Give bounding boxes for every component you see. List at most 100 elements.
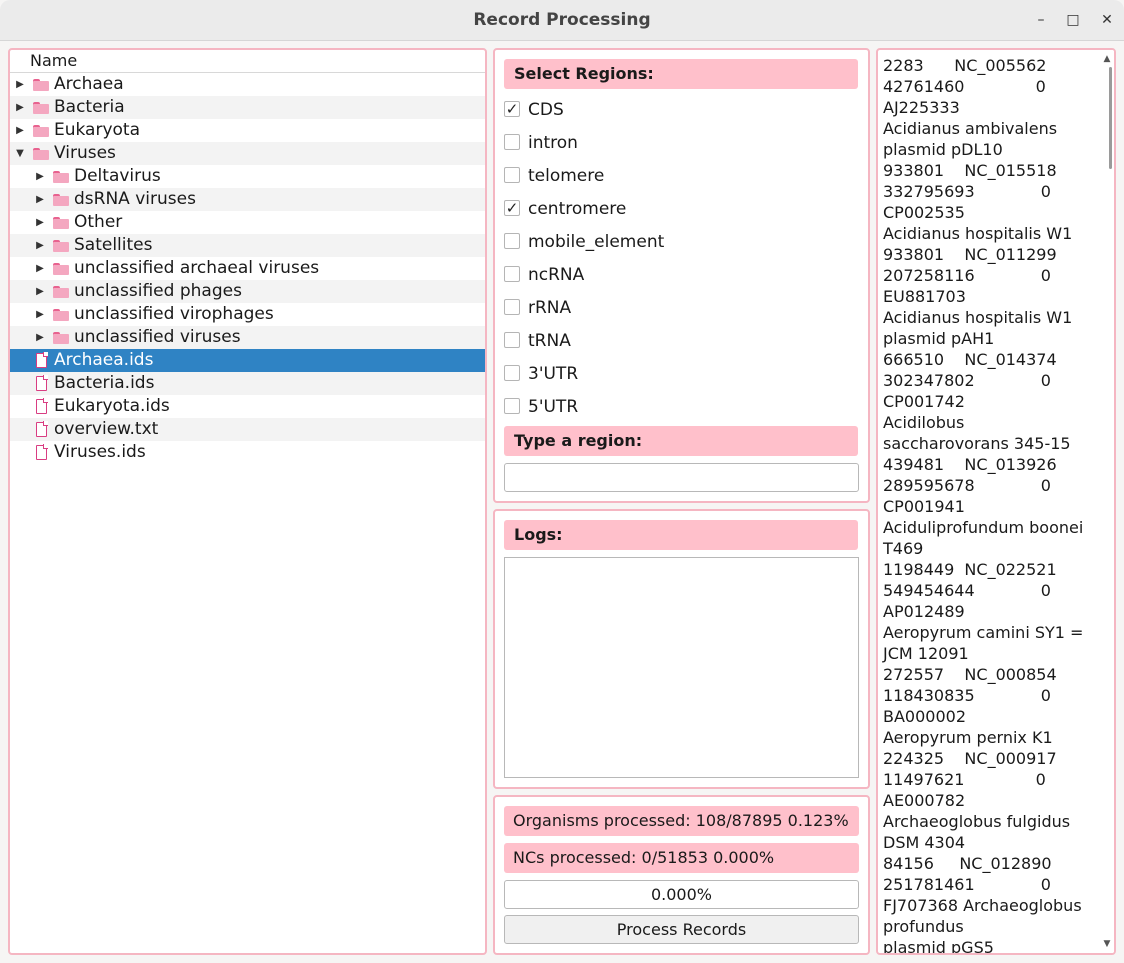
record-line: 272557 NC_000854 <box>883 665 1057 684</box>
checkbox-unchecked[interactable] <box>504 332 520 348</box>
tree-folder-row[interactable]: ▶ Archaea <box>10 73 485 96</box>
record-line: Acidilobus <box>883 413 965 432</box>
file-tree-panel: Name ▶ Archaea ▶ Bacteria ▶ Eukaryota ▼ Viruses… <box>8 48 487 955</box>
record-line: saccharovorans 345-15 <box>883 434 1071 453</box>
region-input[interactable] <box>504 463 859 492</box>
collapsed-arrow-icon[interactable]: ▶ <box>34 165 46 188</box>
folder-icon <box>53 332 69 344</box>
tree-folder-row[interactable]: ▶ unclassified viruses <box>10 326 485 349</box>
tree-header-name[interactable]: Name <box>10 50 485 73</box>
select-regions-label: Select Regions: <box>504 59 858 89</box>
record-line: 933801 NC_015518 <box>883 161 1057 180</box>
record-line: Aciduliprofundum boonei <box>883 518 1084 537</box>
record-line: 1198449 NC_022521 <box>883 560 1057 579</box>
record-line: AP012489 <box>883 602 965 621</box>
process-records-button[interactable]: Process Records <box>504 915 859 944</box>
maximize-button[interactable]: □ <box>1063 10 1083 30</box>
tree-file-row[interactable]: Viruses.ids <box>10 441 485 464</box>
record-line: CP002535 <box>883 203 965 222</box>
collapsed-arrow-icon[interactable]: ▶ <box>34 257 46 280</box>
progress-panel: Organisms processed: 108/87895 0.123% NC… <box>493 795 870 955</box>
scroll-down-arrow-icon[interactable]: ▼ <box>1101 938 1113 950</box>
file-icon <box>36 375 48 391</box>
record-line: 11497621 0 <box>883 770 1046 789</box>
folder-icon <box>53 309 69 321</box>
tree-item-label: overview.txt <box>54 419 159 439</box>
record-line: 84156 NC_012890 <box>883 854 1052 873</box>
folder-icon <box>33 148 49 160</box>
tree-folder-row[interactable]: ▶ unclassified virophages <box>10 303 485 326</box>
close-button[interactable]: ✕ <box>1097 10 1117 30</box>
tree-folder-row[interactable]: ▶ Other <box>10 211 485 234</box>
tree-item-label: Satellites <box>74 235 153 255</box>
record-line: 549454644 0 <box>883 581 1051 600</box>
record-line: plasmid pGS5 <box>883 938 994 955</box>
folder-icon <box>33 79 49 91</box>
logs-textarea[interactable] <box>504 557 859 778</box>
record-line: Acidianus ambivalens <box>883 119 1058 138</box>
collapsed-arrow-icon[interactable]: ▶ <box>34 211 46 234</box>
checkbox-unchecked[interactable] <box>504 365 520 381</box>
tree-item-label: unclassified phages <box>74 281 242 301</box>
tree-item-label: Viruses.ids <box>54 442 146 462</box>
file-icon <box>36 444 48 460</box>
tree-item-label: Viruses <box>54 143 116 163</box>
checkbox-checked[interactable]: ✓ <box>504 200 520 216</box>
tree-folder-row[interactable]: ▶ Eukaryota <box>10 119 485 142</box>
folder-icon <box>33 125 49 137</box>
scroll-up-arrow-icon[interactable]: ▲ <box>1101 53 1113 65</box>
tree-file-row[interactable]: Archaea.ids <box>10 349 485 372</box>
tree-item-label: unclassified viruses <box>74 327 241 347</box>
record-line: 224325 NC_000917 <box>883 749 1057 768</box>
record-line: 933801 NC_011299 <box>883 245 1057 264</box>
folder-icon <box>53 194 69 206</box>
records-scrollbar[interactable]: ▲ ▼ <box>1100 50 1114 953</box>
tree-folder-row[interactable]: ▶ Bacteria <box>10 96 485 119</box>
tree-folder-row[interactable]: ▶ unclassified phages <box>10 280 485 303</box>
tree-file-row[interactable]: Eukaryota.ids <box>10 395 485 418</box>
tree-file-row[interactable]: overview.txt <box>10 418 485 441</box>
tree-item-label: Archaea <box>54 74 124 94</box>
scrollbar-thumb[interactable] <box>1109 67 1112 169</box>
record-line: Aeropyrum camini SY1 = <box>883 623 1084 642</box>
region-checkbox-label: 5'UTR <box>528 397 579 417</box>
record-line: plasmid pAH1 <box>883 329 995 348</box>
collapsed-arrow-icon[interactable]: ▶ <box>14 96 26 119</box>
folder-icon <box>53 263 69 275</box>
record-line: 302347802 0 <box>883 371 1051 390</box>
tree-folder-row[interactable]: ▼ Viruses <box>10 142 485 165</box>
region-checkbox-label: 3'UTR <box>528 364 579 384</box>
collapsed-arrow-icon[interactable]: ▶ <box>14 119 26 142</box>
checkbox-unchecked[interactable] <box>504 398 520 414</box>
progress-text: 0.000% <box>650 885 712 904</box>
collapsed-arrow-icon[interactable]: ▶ <box>34 326 46 349</box>
title-bar: Record Processing – □ ✕ <box>0 0 1124 41</box>
tree-folder-row[interactable]: ▶ dsRNA viruses <box>10 188 485 211</box>
checkbox-unchecked[interactable] <box>504 233 520 249</box>
tree-folder-row[interactable]: ▶ Satellites <box>10 234 485 257</box>
checkbox-unchecked[interactable] <box>504 167 520 183</box>
checkbox-unchecked[interactable] <box>504 299 520 315</box>
collapsed-arrow-icon[interactable]: ▶ <box>14 73 26 96</box>
organisms-processed-label: Organisms processed: 108/87895 0.123% <box>504 806 859 836</box>
checkbox-unchecked[interactable] <box>504 266 520 282</box>
checkbox-unchecked[interactable] <box>504 134 520 150</box>
collapsed-arrow-icon[interactable]: ▶ <box>34 280 46 303</box>
minimize-button[interactable]: – <box>1031 10 1051 30</box>
record-line: plasmid pDL10 <box>883 140 1003 159</box>
tree-file-row[interactable]: Bacteria.ids <box>10 372 485 395</box>
folder-icon <box>53 286 69 298</box>
checkbox-checked[interactable]: ✓ <box>504 101 520 117</box>
tree-folder-row[interactable]: ▶ Deltavirus <box>10 165 485 188</box>
tree-folder-row[interactable]: ▶ unclassified archaeal viruses <box>10 257 485 280</box>
folder-icon <box>53 171 69 183</box>
logs-label: Logs: <box>504 520 858 550</box>
collapsed-arrow-icon[interactable]: ▶ <box>34 303 46 326</box>
collapsed-arrow-icon[interactable]: ▶ <box>34 234 46 257</box>
records-panel[interactable]: 2283 NC_005562 42761460 0 AJ225333 Acidianu… <box>876 48 1116 955</box>
tree-item-label: Deltavirus <box>74 166 161 186</box>
expanded-arrow-icon[interactable]: ▼ <box>14 142 26 165</box>
tree-item-label: Eukaryota <box>54 120 141 140</box>
collapsed-arrow-icon[interactable]: ▶ <box>34 188 46 211</box>
record-line: 439481 NC_013926 <box>883 455 1057 474</box>
